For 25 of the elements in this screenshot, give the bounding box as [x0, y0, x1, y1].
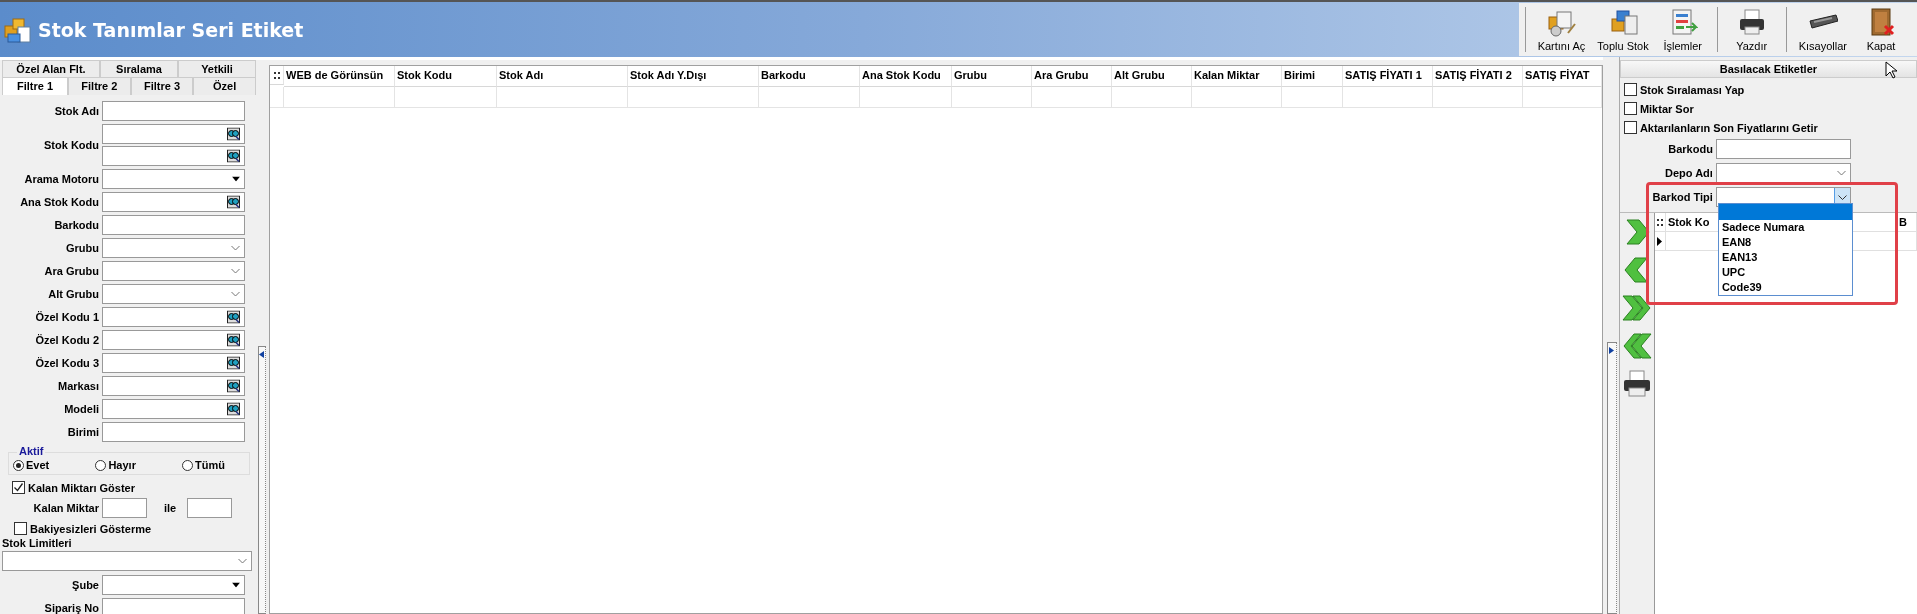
- field-label: Kalan Miktar: [32, 502, 99, 514]
- field-label: Özel Kodu 3: [34, 357, 99, 369]
- field-label: Barkodu: [1667, 143, 1713, 155]
- field-label: Grubu: [65, 242, 99, 254]
- field-label: Sipariş No: [43, 602, 99, 614]
- window-title: Stok Tanımlar Seri Etiket: [38, 18, 305, 41]
- field-label: Stok Adı: [53, 105, 99, 117]
- field-label: Markası: [57, 380, 99, 392]
- field-label: Barkod Tipi: [1651, 191, 1713, 203]
- field-label: Arama Motoru: [23, 173, 99, 185]
- field-label: Ana Stok Kodu: [19, 196, 99, 208]
- field-label: Modeli: [63, 403, 99, 415]
- field-label: Barkodu: [53, 219, 99, 231]
- group-title: Aktif: [17, 445, 46, 457]
- field-label: Stok Kodu: [43, 139, 99, 151]
- field-label: Özel Kodu 1: [34, 311, 99, 323]
- field-label: Birimi: [66, 426, 99, 438]
- field-label: Özel Kodu 2: [34, 334, 99, 346]
- field-label: Stok Limitleri: [2, 537, 73, 549]
- field-label: ile: [162, 502, 178, 514]
- field-label: Şube: [71, 579, 99, 591]
- field-label: Alt Grubu: [47, 288, 99, 300]
- field-label: Depo Adı: [1664, 167, 1713, 179]
- field-label: Ara Grubu: [43, 265, 99, 277]
- panel-header: Basılacak Etiketler: [1619, 60, 1917, 78]
